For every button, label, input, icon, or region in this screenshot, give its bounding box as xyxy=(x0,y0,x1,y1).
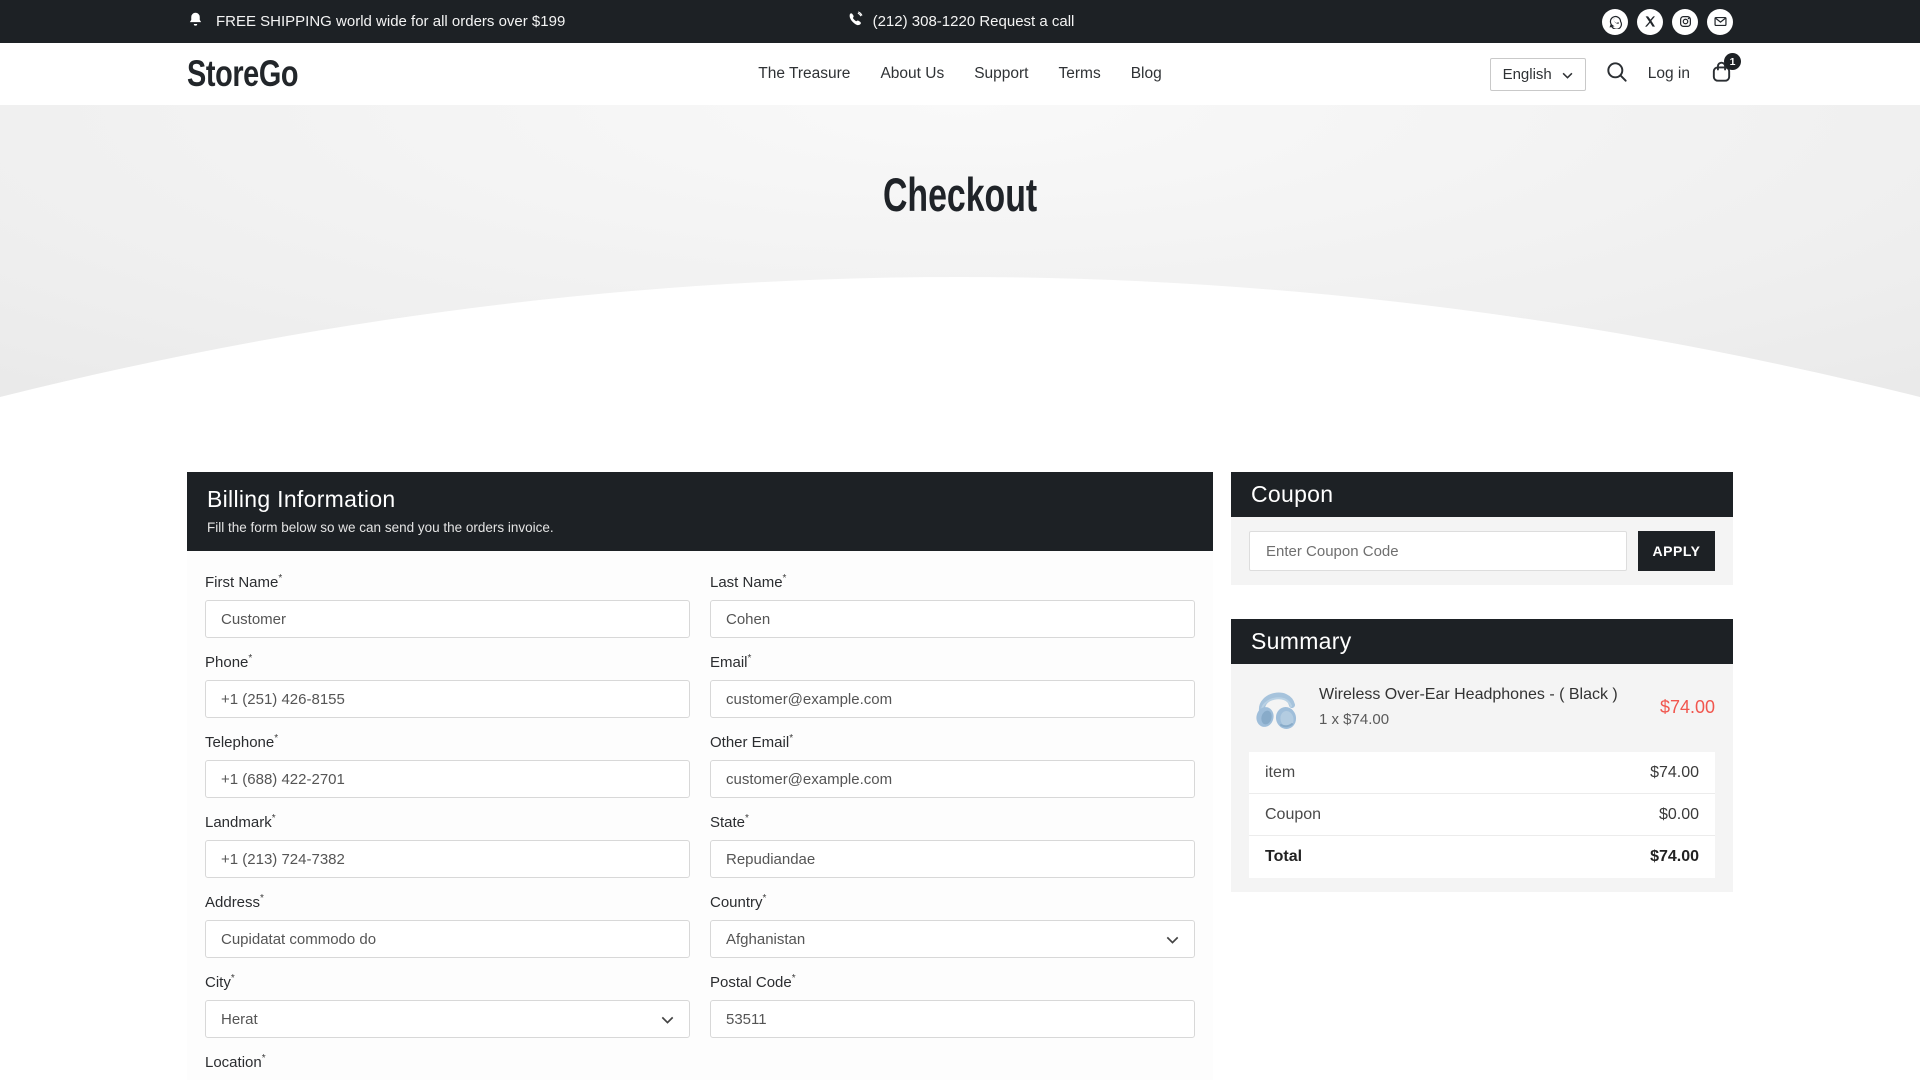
postal-code-input[interactable] xyxy=(710,1000,1195,1038)
summary-body: Wireless Over-Ear Headphones - ( Black )… xyxy=(1231,664,1733,892)
phone-icon xyxy=(846,11,863,32)
product-quantity: 1 x $74.00 xyxy=(1319,711,1660,728)
apply-coupon-button[interactable]: APPLY xyxy=(1638,531,1715,571)
page-hero: Checkout xyxy=(0,105,1920,472)
telephone-input[interactable] xyxy=(205,760,690,798)
phone-input[interactable] xyxy=(205,680,690,718)
required-mark: * xyxy=(262,1053,266,1064)
field-other-email: Other Email* xyxy=(710,733,1195,798)
required-mark: * xyxy=(789,733,793,744)
required-mark: * xyxy=(260,893,264,904)
field-country: Country* Afghanistan xyxy=(710,893,1195,958)
required-mark: * xyxy=(792,973,796,984)
site-header: StoreGo The Treasure About Us Support Te… xyxy=(0,43,1920,105)
required-mark: * xyxy=(763,893,767,904)
coupon-form: APPLY xyxy=(1231,517,1733,585)
nav-the-treasure[interactable]: The Treasure xyxy=(758,65,850,83)
field-phone: Phone* xyxy=(205,653,690,718)
top-announcement-bar: FREE SHIPPING world wide for all orders … xyxy=(0,0,1920,43)
page-title: Checkout xyxy=(0,167,1920,222)
language-value: English xyxy=(1503,66,1552,83)
product-image xyxy=(1249,680,1303,734)
billing-header: Billing Information Fill the form below … xyxy=(187,472,1213,551)
checkout-main: Billing Information Fill the form below … xyxy=(0,472,1920,1080)
first-name-input[interactable] xyxy=(205,600,690,638)
search-icon[interactable] xyxy=(1606,61,1628,88)
field-spacer xyxy=(710,1053,1195,1080)
required-mark: * xyxy=(274,733,278,744)
country-select[interactable]: Afghanistan xyxy=(710,920,1195,958)
chevron-down-icon xyxy=(1562,66,1573,83)
state-input[interactable] xyxy=(710,840,1195,878)
address-input[interactable] xyxy=(205,920,690,958)
language-selector[interactable]: English xyxy=(1490,58,1586,91)
last-name-input[interactable] xyxy=(710,600,1195,638)
order-sidebar: Coupon APPLY Summary xyxy=(1231,472,1733,892)
field-email: Email* xyxy=(710,653,1195,718)
field-address: Address* xyxy=(205,893,690,958)
field-location: Location* Select Location xyxy=(205,1053,690,1080)
coupon-card: Coupon APPLY xyxy=(1231,472,1733,585)
field-state: State* xyxy=(710,813,1195,878)
nav-support[interactable]: Support xyxy=(974,65,1028,83)
required-mark: * xyxy=(231,973,235,984)
whatsapp-icon[interactable] xyxy=(1602,9,1628,35)
email-input[interactable] xyxy=(710,680,1195,718)
phone-text: (212) 308-1220 Request a call xyxy=(873,13,1075,30)
chevron-down-icon xyxy=(1166,931,1179,948)
billing-form: First Name* Last Name* Phone* Email* Tel… xyxy=(187,551,1213,1080)
summary-card: Summary xyxy=(1231,619,1733,892)
field-city: City* Herat xyxy=(205,973,690,1038)
billing-subtitle: Fill the form below so we can send you t… xyxy=(207,520,1193,535)
field-telephone: Telephone* xyxy=(205,733,690,798)
summary-row-total: Total $74.00 xyxy=(1249,836,1715,878)
field-landmark: Landmark* xyxy=(205,813,690,878)
other-email-input[interactable] xyxy=(710,760,1195,798)
summary-row-coupon: Coupon $0.00 xyxy=(1249,794,1715,836)
social-links xyxy=(1602,9,1733,35)
billing-card: Billing Information Fill the form below … xyxy=(187,472,1213,1080)
summary-title: Summary xyxy=(1231,619,1733,664)
product-info: Wireless Over-Ear Headphones - ( Black )… xyxy=(1319,686,1660,728)
required-mark: * xyxy=(745,813,749,824)
landmark-input[interactable] xyxy=(205,840,690,878)
required-mark: * xyxy=(248,653,252,664)
nav-terms[interactable]: Terms xyxy=(1059,65,1101,83)
chevron-down-icon xyxy=(661,1011,674,1028)
cart-count-badge: 1 xyxy=(1724,53,1741,70)
header-controls: English Log in 1 xyxy=(1490,58,1733,91)
summary-row-item: item $74.00 xyxy=(1249,752,1715,794)
city-select[interactable]: Herat xyxy=(205,1000,690,1038)
x-twitter-icon[interactable] xyxy=(1637,9,1663,35)
product-name: Wireless Over-Ear Headphones - ( Black ) xyxy=(1319,686,1660,704)
required-mark: * xyxy=(278,573,282,584)
field-postal-code: Postal Code* xyxy=(710,973,1195,1038)
hero-curve-decoration xyxy=(0,105,1920,472)
nav-blog[interactable]: Blog xyxy=(1131,65,1162,83)
required-mark: * xyxy=(783,573,787,584)
coupon-code-input[interactable] xyxy=(1249,531,1627,571)
field-last-name: Last Name* xyxy=(710,573,1195,638)
field-first-name: First Name* xyxy=(205,573,690,638)
nav-about-us[interactable]: About Us xyxy=(880,65,944,83)
billing-title: Billing Information xyxy=(207,486,1193,513)
instagram-icon[interactable] xyxy=(1672,9,1698,35)
product-price: $74.00 xyxy=(1660,697,1715,718)
required-mark: * xyxy=(748,653,752,664)
email-icon[interactable] xyxy=(1707,9,1733,35)
cart-item: Wireless Over-Ear Headphones - ( Black )… xyxy=(1249,680,1715,734)
cart-button[interactable]: 1 xyxy=(1710,60,1733,88)
login-link[interactable]: Log in xyxy=(1648,65,1690,83)
summary-table: item $74.00 Coupon $0.00 Total $74.00 xyxy=(1249,752,1715,878)
required-mark: * xyxy=(272,813,276,824)
coupon-title: Coupon xyxy=(1231,472,1733,517)
checkout-page: FREE SHIPPING world wide for all orders … xyxy=(0,0,1920,1080)
